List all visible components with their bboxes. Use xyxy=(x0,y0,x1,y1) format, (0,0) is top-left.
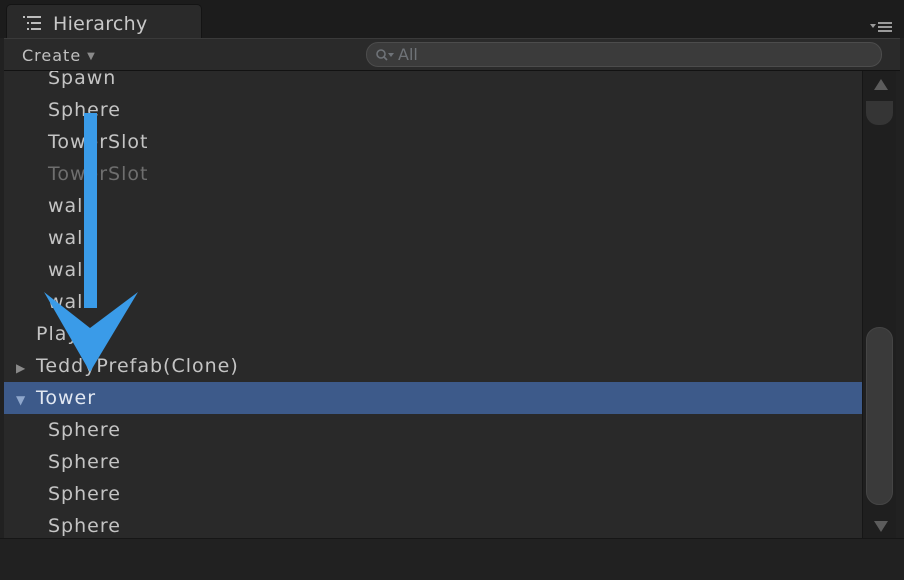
tree-row-label: Spawn xyxy=(48,71,117,89)
tree-row-label: wall xyxy=(48,227,90,249)
tree-row-label: wall xyxy=(48,291,90,313)
tree-row-label: wall xyxy=(48,259,90,281)
tree-row-label: Sphere xyxy=(48,419,121,441)
tree-row[interactable]: TowerSlot xyxy=(4,158,862,190)
tree-row[interactable]: wall xyxy=(4,190,862,222)
hierarchy-tree[interactable]: Spawn Sphere TowerSlot TowerSlot wall wall wal… xyxy=(4,71,862,538)
tree-row-label: Tower xyxy=(36,387,97,409)
tree-row[interactable]: wall xyxy=(4,254,862,286)
hierarchy-window: Hierarchy Create ▼ All Spawn Sphere TowerS… xyxy=(0,0,904,580)
chevron-down-icon: ▼ xyxy=(87,51,96,62)
tree-row-label: Sphere xyxy=(48,99,121,121)
tree-row-label: Sphere xyxy=(48,483,121,505)
vertical-scrollbar[interactable] xyxy=(862,71,896,538)
tree-row[interactable]: TowerSlot xyxy=(4,126,862,158)
tree-row-label: TeddyPrefab(Clone) xyxy=(36,355,239,377)
tree-row[interactable]: Spawn xyxy=(4,71,862,94)
tab-hierarchy[interactable]: Hierarchy xyxy=(6,4,202,40)
scrollbar-thumb[interactable] xyxy=(866,327,893,505)
tree-row[interactable]: Sphere xyxy=(4,446,862,478)
foldout-expanded-icon[interactable]: ▼ xyxy=(16,384,26,416)
tree-row-label: Sphere xyxy=(48,451,121,473)
tree-row-label: TowerSlot xyxy=(48,131,149,153)
panel-menu-icon[interactable] xyxy=(870,20,892,34)
scroll-down-arrow-icon[interactable] xyxy=(874,521,888,532)
tree-row[interactable]: Sphere xyxy=(4,414,862,446)
tree-row[interactable]: ▶ TeddyPrefab(Clone) xyxy=(4,350,862,382)
tree-row[interactable]: Sphere xyxy=(4,478,862,510)
tree-row[interactable]: ▼ Tower xyxy=(4,382,862,414)
create-dropdown-button[interactable]: Create ▼ xyxy=(22,44,96,66)
search-placeholder: All xyxy=(398,45,418,64)
scroll-up-arrow-icon[interactable] xyxy=(874,79,888,90)
tree-row-label: Player xyxy=(36,323,102,345)
hierarchy-list-icon xyxy=(23,16,41,30)
create-label: Create xyxy=(22,45,82,65)
tab-strip: Hierarchy xyxy=(0,0,904,40)
tab-title: Hierarchy xyxy=(53,13,148,35)
hierarchy-toolbar: Create ▼ All xyxy=(4,38,900,71)
search-field[interactable]: All xyxy=(366,42,882,67)
tree-row-label: TowerSlot xyxy=(48,163,149,185)
foldout-collapsed-icon[interactable]: ▶ xyxy=(16,352,26,384)
panel-footer xyxy=(0,538,904,580)
tree-row[interactable]: wall xyxy=(4,222,862,254)
tree-row-label: wall xyxy=(48,195,90,217)
tree-row[interactable]: ▶Player xyxy=(4,318,862,350)
scrollbar-track-cap xyxy=(866,101,893,125)
tree-row[interactable]: Sphere xyxy=(4,94,862,126)
tree-row[interactable]: wall xyxy=(4,286,862,318)
tree-row-label: Sphere xyxy=(48,515,121,537)
search-icon xyxy=(376,48,394,61)
tree-row[interactable]: Sphere xyxy=(4,510,862,538)
